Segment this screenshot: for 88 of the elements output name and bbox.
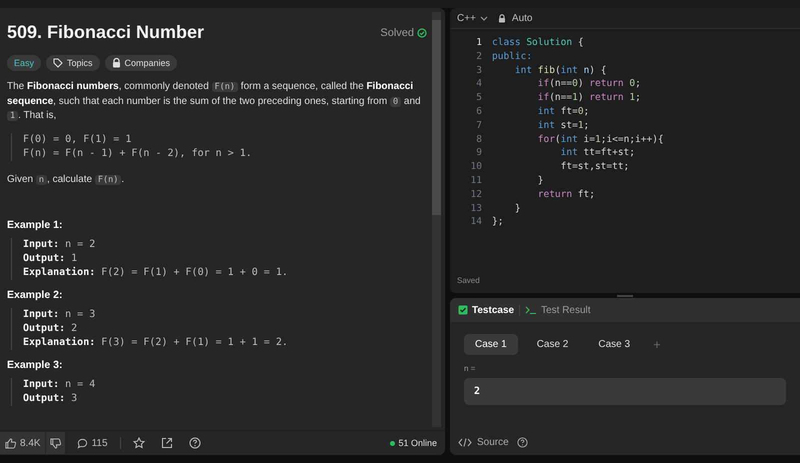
example-label: Output: <box>23 252 66 266</box>
checkbox-icon <box>458 305 468 315</box>
input-field[interactable]: 2 <box>464 378 786 405</box>
console-tab[interactable]: Testcase <box>458 304 514 316</box>
example-heading: Example 3: <box>7 359 64 371</box>
formula-line: F(0) = 0, F(1) = 1 <box>23 132 132 146</box>
online-count: 51 Online <box>398 438 437 448</box>
console-tab[interactable]: Test Result <box>525 304 591 316</box>
line-number: 3 <box>475 64 483 78</box>
line-number: 10 <box>470 160 483 174</box>
code-line: public: <box>492 50 532 64</box>
formula-line: F(n) = F(n - 1) + F(n - 2), for n > 1. <box>23 146 253 160</box>
code-line: if(n==0) return 0; <box>536 77 641 92</box>
code-line: if(n==1) return 1; <box>536 91 641 105</box>
help-icon[interactable] <box>188 437 201 449</box>
solved-status: Solved <box>380 26 427 38</box>
line-number: 5 <box>475 91 483 105</box>
code-line: for(int i=1;i<=n;i++){ <box>536 132 664 146</box>
example-heading: Example 1: <box>7 219 64 231</box>
parameter-label: n = <box>464 364 476 373</box>
thumbs-up-icon <box>5 438 16 448</box>
line-number: 7 <box>475 118 483 133</box>
example-value: n = 3 <box>65 308 96 322</box>
mode-label: Auto <box>512 12 532 24</box>
case-tab[interactable]: Case 3 <box>587 334 642 355</box>
difficulty-tag: Easy <box>7 55 42 71</box>
language-dropdown[interactable]: C++ <box>457 12 488 24</box>
example-label: Explanation: <box>23 336 96 350</box>
code-line: class Solution { <box>492 36 584 50</box>
example-label: Output: <box>23 392 66 406</box>
topics-tag[interactable]: Topics <box>46 55 100 71</box>
line-number: 14 <box>470 215 483 230</box>
thumbs-down-icon <box>50 438 61 448</box>
line-number: 11 <box>470 174 483 188</box>
speech-bubble-icon <box>76 438 88 448</box>
line-number: 12 <box>470 188 483 202</box>
task-sentence: Given n , calculate F(n) . <box>7 172 126 186</box>
code-line: ft=st,st=tt; <box>560 160 630 174</box>
example-label: Input: <box>23 378 60 392</box>
dislike-button[interactable] <box>44 432 65 454</box>
code-line: } <box>514 202 521 216</box>
code-line: int tt=ft+st; <box>560 146 635 160</box>
comments-button[interactable]: 115 <box>72 432 112 454</box>
help-icon[interactable] <box>516 437 528 448</box>
code-icon <box>458 438 472 447</box>
line-number: 9 <box>475 146 483 160</box>
companies-tag[interactable]: Companies <box>104 55 178 71</box>
scrollbar[interactable] <box>432 12 441 427</box>
code-line: int st=1; <box>536 118 590 133</box>
example-value: F(2) = F(1) + F(0) = 1 + 0 = 1. <box>101 266 288 280</box>
example-value: F(3) = F(2) + F(1) = 1 + 1 = 2. <box>101 336 288 350</box>
check-circle-icon <box>417 28 427 38</box>
code-line: return ft; <box>536 188 595 202</box>
example-value: 1 <box>71 252 78 266</box>
lock-icon <box>112 58 121 68</box>
online-dot-icon <box>390 440 396 446</box>
save-status: Saved <box>456 276 481 287</box>
example-label: Input: <box>23 238 60 252</box>
source-button[interactable]: Source <box>458 437 509 448</box>
external-link-icon[interactable] <box>160 437 173 449</box>
line-number: 4 <box>475 77 483 92</box>
line-number: 13 <box>470 202 483 216</box>
description-paragraph: The Fibonacci numbers, commonly denoted F(n) form a sequence, called the Fibonacci sequence, such that each number is the sum of the two preceding ones, starting from 0 and 1 . That is, <box>7 80 422 123</box>
like-button[interactable]: 8.4K <box>0 432 45 454</box>
line-number: 6 <box>475 104 483 119</box>
example-value: 2 <box>71 322 78 336</box>
example-value: n = 4 <box>65 378 96 392</box>
case-tab[interactable]: Case 2 <box>526 334 580 355</box>
example-value: 3 <box>71 392 78 406</box>
code-line: int ft=0; <box>536 104 590 119</box>
code-line: } <box>536 174 544 188</box>
example-label: Explanation: <box>23 266 96 280</box>
line-number: 8 <box>475 132 483 146</box>
code-line: }; <box>492 215 504 230</box>
tag-icon <box>53 58 64 68</box>
case-tab[interactable]: Case 1 <box>464 334 518 355</box>
chevron-down-icon <box>480 16 488 20</box>
line-number: 1 <box>475 36 483 50</box>
terminal-icon <box>525 305 538 315</box>
line-number: 2 <box>475 50 483 64</box>
example-label: Input: <box>23 308 60 322</box>
problem-title: 509. Fibonacci Number <box>7 22 204 43</box>
example-heading: Example 2: <box>7 289 64 301</box>
star-icon[interactable] <box>132 437 145 449</box>
example-label: Output: <box>23 322 66 336</box>
lock-icon <box>498 14 506 22</box>
code-line: int fib(int n) { <box>514 64 606 78</box>
example-value: n = 2 <box>65 238 96 252</box>
